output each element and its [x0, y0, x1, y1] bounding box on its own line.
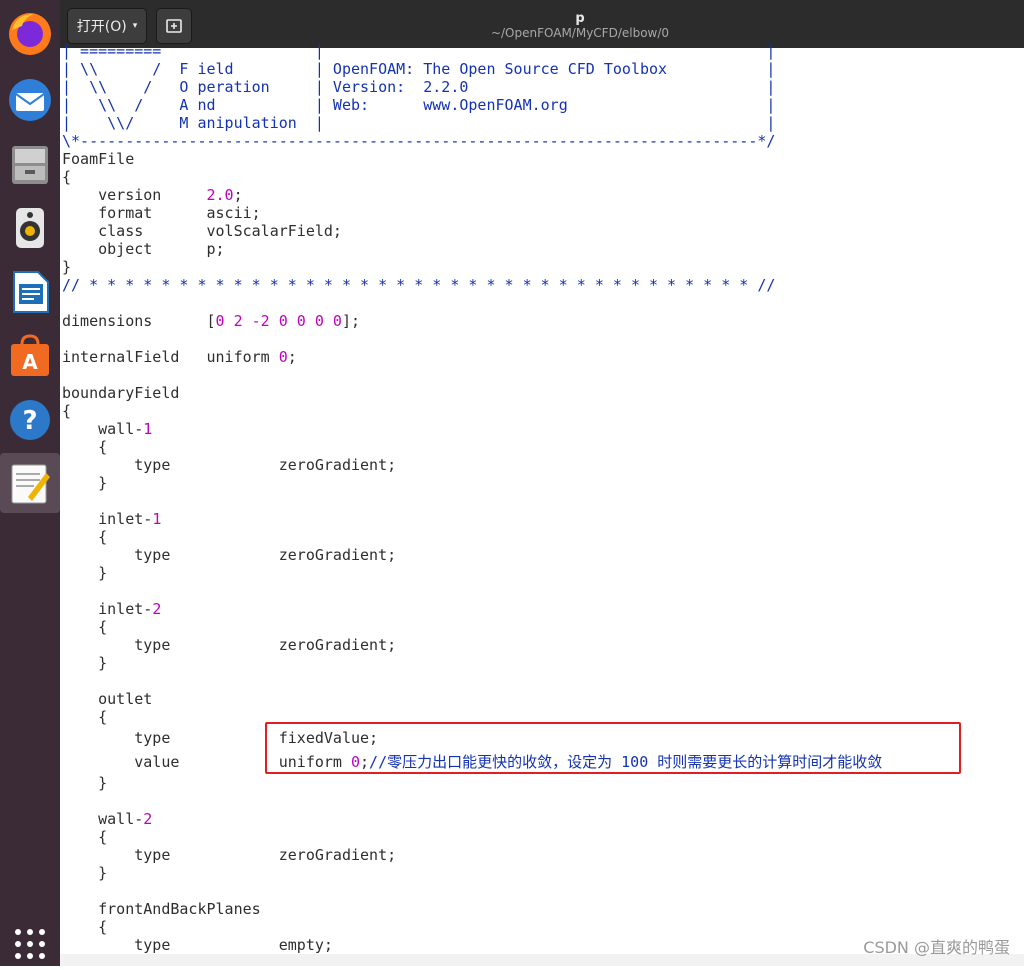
code-line: | \\ / O peration | Version: 2.2.0 | [62, 78, 776, 96]
code-line: | \\ / A nd | Web: www.OpenFOAM.org | [62, 96, 776, 114]
svg-text:A: A [22, 350, 38, 374]
code-line: | \\/ M anipulation | | [62, 114, 776, 132]
writer-icon[interactable] [4, 266, 56, 318]
code-number: 0 [278, 348, 288, 366]
code-line: boundaryField [62, 384, 180, 402]
code-line: } [62, 774, 108, 792]
code-line: internalField uniform 0; [62, 348, 882, 366]
code-line: } [62, 564, 108, 582]
thunderbird-icon[interactable] [4, 74, 56, 126]
code-line: | ========= | | [62, 42, 776, 60]
code-line: // * * * * * * * * * * * * * * * * * * *… [62, 276, 776, 294]
code-token: wall- [62, 420, 144, 438]
code-line: outlet [62, 690, 153, 708]
code-line: } [62, 864, 108, 882]
code-token: ; [287, 348, 297, 366]
code-line: { [62, 828, 108, 846]
header-bar: 打开(O) ▾ p ~/OpenFOAM/MyCFD/elbow/0 [60, 0, 1024, 48]
code-line: format ascii; [62, 204, 261, 222]
code-line: { [62, 528, 108, 546]
code-line: wall-1 [62, 420, 882, 438]
code-token: inlet- [62, 600, 153, 618]
code-line: type zeroGradient; [62, 636, 397, 654]
rhythmbox-icon[interactable] [4, 202, 56, 254]
open-button-label: 打开(O) [76, 19, 127, 35]
code-line: dimensions [0 2 -2 0 0 0 0]; [62, 312, 882, 330]
code-line: type empty; [62, 936, 333, 954]
code-number: 1 [143, 420, 153, 438]
code-line: | \\ / F ield | OpenFOAM: The Open Sourc… [62, 60, 776, 78]
code-line: { [62, 402, 72, 420]
code-view: | ========= | | | \\ / F ield | OpenFOAM:… [62, 42, 882, 954]
window-subtitle: ~/OpenFOAM/MyCFD/elbow/0 [490, 26, 670, 40]
code-line: { [62, 618, 108, 636]
code-line: frontAndBackPlanes [62, 900, 261, 918]
code-line: { [62, 168, 72, 186]
code-line: type zeroGradient; [62, 456, 397, 474]
svg-text:?: ? [22, 406, 37, 436]
chevron-down-icon: ▾ [132, 21, 138, 31]
code-token: wall- [62, 810, 144, 828]
watermark: CSDN @直爽的鸭蛋 [863, 938, 1010, 957]
code-line: } [62, 258, 72, 276]
code-number: 2 [152, 600, 162, 618]
code-line: } [62, 474, 108, 492]
highlight-annotation-box [265, 722, 961, 774]
code-token: ; [233, 186, 243, 204]
new-document-icon [166, 19, 182, 33]
code-line: { [62, 438, 108, 456]
code-line: } [62, 654, 108, 672]
code-token: version [62, 186, 207, 204]
code-line: inlet-1 [62, 510, 882, 528]
code-line: object p; [62, 240, 225, 258]
code-token: inlet- [62, 510, 153, 528]
code-line: class volScalarField; [62, 222, 342, 240]
help-icon[interactable]: ? [4, 394, 56, 446]
software-icon[interactable]: A [4, 330, 56, 382]
code-token: dimensions [ [62, 312, 216, 330]
code-line: type zeroGradient; [62, 546, 397, 564]
title-area: p ~/OpenFOAM/MyCFD/elbow/0 [420, 11, 740, 41]
code-line: inlet-2 [62, 600, 882, 618]
code-number: 2 [143, 810, 153, 828]
code-line: version 2.0; [62, 186, 882, 204]
text-editor-icon[interactable] [4, 457, 56, 509]
code-line: \*--------------------------------------… [62, 132, 776, 150]
code-number: 2.0 [206, 186, 234, 204]
text-editor-area[interactable]: | ========= | | | \\ / F ield | OpenFOAM:… [60, 42, 1024, 954]
dock: A ? [0, 0, 60, 966]
code-line: type zeroGradient; [62, 846, 397, 864]
code-token: internalField uniform [62, 348, 279, 366]
files-icon[interactable] [4, 138, 56, 190]
code-number: 1 [152, 510, 162, 528]
code-line: FoamFile [62, 150, 135, 168]
code-token: ]; [341, 312, 361, 330]
open-button[interactable]: 打开(O) ▾ [67, 8, 147, 44]
code-line: wall-2 [62, 810, 882, 828]
new-document-button[interactable] [156, 8, 192, 44]
code-number: 0 2 -2 0 0 0 0 [215, 312, 342, 330]
window-title: p [575, 11, 585, 26]
firefox-icon[interactable] [4, 8, 56, 60]
code-line: { [62, 918, 108, 936]
show-apps-icon[interactable] [4, 918, 56, 970]
